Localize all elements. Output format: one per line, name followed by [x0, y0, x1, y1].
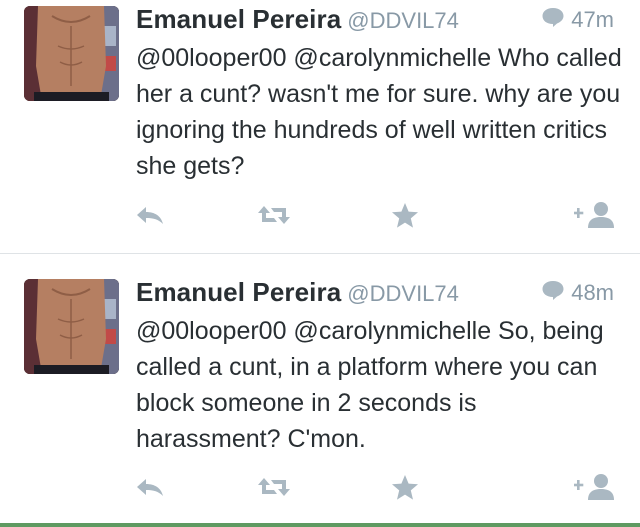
favorite-star-icon[interactable]: [385, 467, 425, 507]
tweet-actions: [0, 195, 640, 235]
tweet[interactable]: Emanuel Pereira @DDVIL74 48m @00looper00 …: [0, 255, 640, 523]
avatar[interactable]: [24, 279, 119, 374]
avatar[interactable]: [24, 6, 119, 101]
tweet-meta: 47m: [541, 6, 614, 34]
follow-add-user-icon[interactable]: [572, 195, 618, 235]
reply-icon[interactable]: [130, 467, 170, 507]
tweet-meta: 48m: [541, 279, 614, 307]
user-handle[interactable]: @DDVIL74: [347, 281, 459, 306]
user-handle[interactable]: @DDVIL74: [347, 8, 459, 33]
timestamp[interactable]: 47m: [571, 7, 614, 33]
reply-icon[interactable]: [130, 195, 170, 235]
follow-add-user-icon[interactable]: [572, 467, 618, 507]
user-name[interactable]: Emanuel Pereira: [136, 277, 341, 307]
tweet-text: @00looper00 @carolynmichelle So, being c…: [136, 317, 604, 453]
speech-bubble-icon: [541, 6, 565, 34]
tweet[interactable]: Emanuel Pereira @DDVIL74 47m @00looper00 …: [0, 0, 640, 253]
tweet-text: @00looper00 @carolynmichelle Who called …: [136, 44, 622, 180]
retweet-icon[interactable]: [254, 467, 294, 507]
timestamp[interactable]: 48m: [571, 280, 614, 306]
tweet-actions: [0, 467, 640, 507]
retweet-icon[interactable]: [254, 195, 294, 235]
speech-bubble-icon: [541, 279, 565, 307]
bottom-edge: [0, 523, 640, 527]
favorite-star-icon[interactable]: [385, 195, 425, 235]
tweet-divider: [0, 253, 640, 254]
user-name[interactable]: Emanuel Pereira: [136, 4, 341, 34]
